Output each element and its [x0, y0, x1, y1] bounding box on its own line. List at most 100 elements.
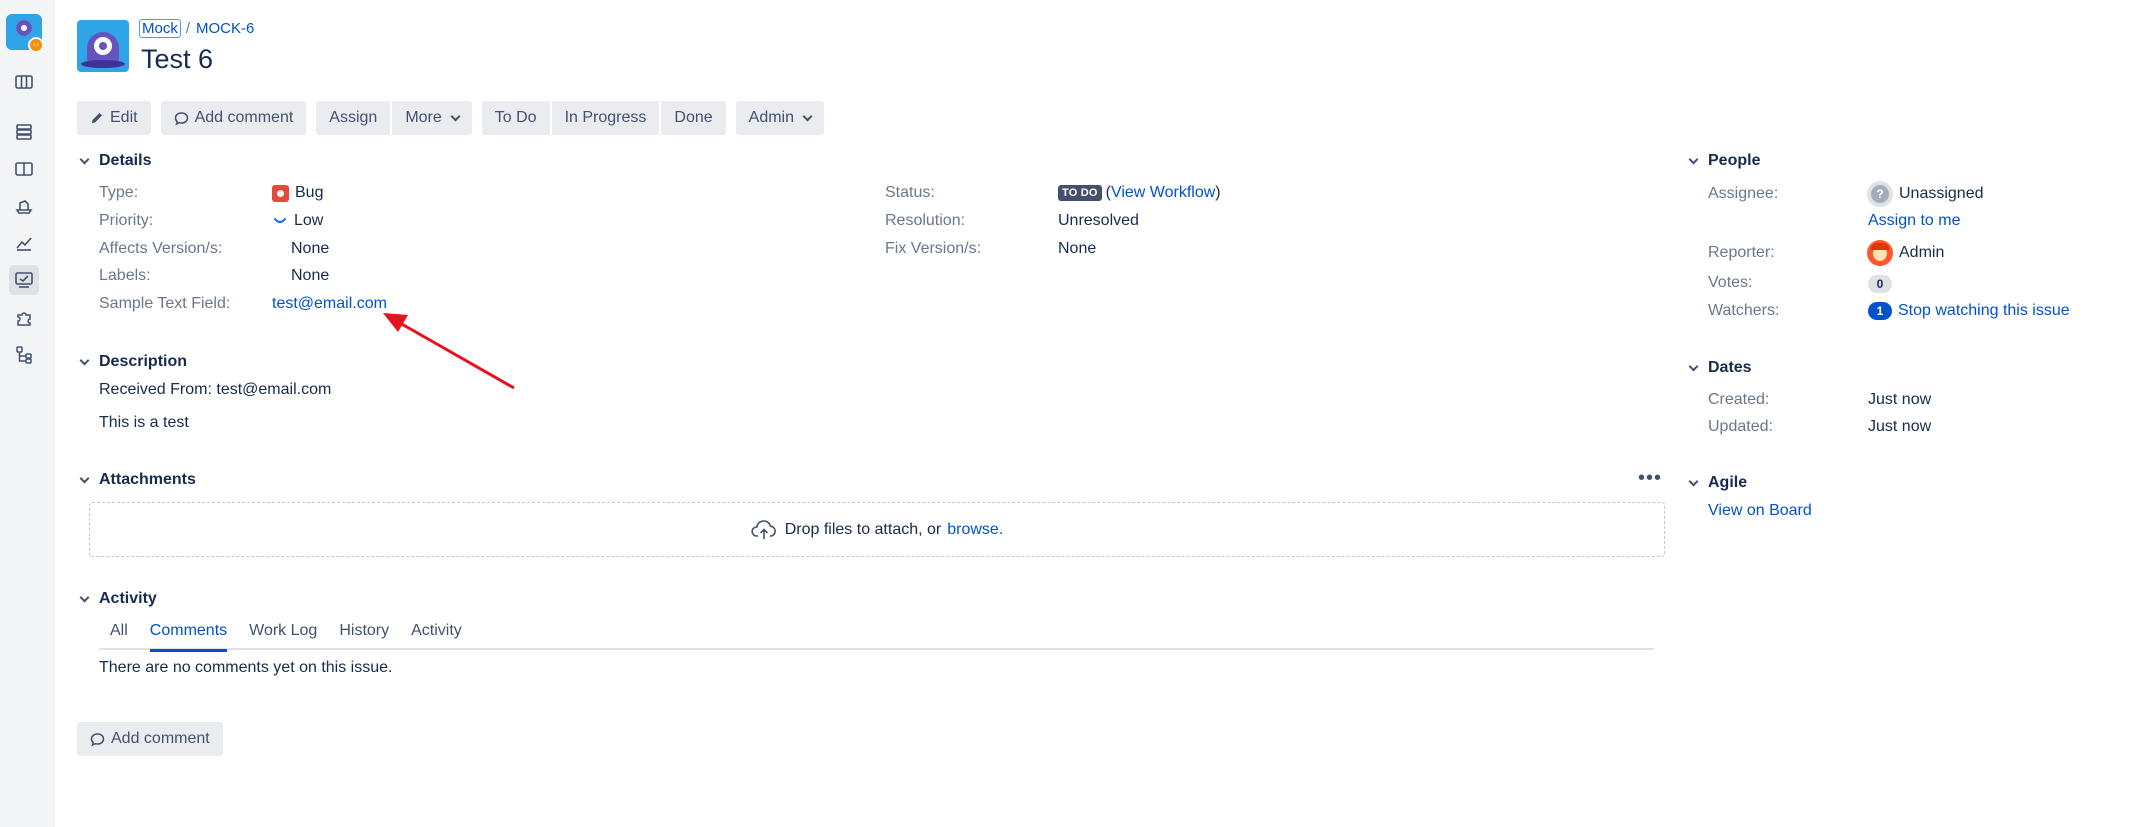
- activity-tabs: All Comments Work Log History Activity: [99, 622, 1654, 652]
- resolution-value: Unresolved: [1058, 212, 1139, 229]
- unassigned-avatar-glyph: ?: [1871, 185, 1889, 203]
- issue-title[interactable]: Test 6: [141, 44, 213, 75]
- resolution-label: Resolution:: [885, 212, 966, 229]
- tab-work-log[interactable]: Work Log: [249, 622, 317, 650]
- attachments-options-icon[interactable]: •••: [1638, 468, 1662, 488]
- view-workflow-link[interactable]: View Workflow: [1111, 184, 1215, 202]
- board-icon[interactable]: [9, 67, 39, 97]
- updated-label: Updated:: [1708, 418, 1773, 435]
- assignee-value-text: Unassigned: [1899, 185, 1984, 202]
- add-ons-icon[interactable]: [9, 303, 39, 333]
- activity-module-toggle[interactable]: Activity: [77, 590, 157, 608]
- chevron-down-icon: [77, 355, 91, 369]
- pencil-icon: [92, 113, 102, 123]
- updated-value: Just now: [1868, 418, 1932, 435]
- more-button-label: More: [405, 109, 442, 126]
- browse-link[interactable]: browse.: [947, 521, 1003, 539]
- priority-low-icon: [274, 218, 286, 223]
- status-value: TO DO (View Workflow): [1058, 184, 1221, 202]
- status-label: Status:: [885, 184, 935, 201]
- view-on-board-link[interactable]: View on Board: [1708, 502, 1812, 520]
- assign-to-me-link[interactable]: Assign to me: [1868, 212, 1960, 230]
- attachments-module-toggle[interactable]: Attachments: [77, 471, 196, 489]
- more-dropdown-button[interactable]: More: [392, 101, 472, 135]
- tab-all[interactable]: All: [110, 622, 128, 650]
- watchers-label: Watchers:: [1708, 302, 1780, 319]
- backlog-icon[interactable]: [9, 117, 39, 147]
- dev-badge-icon: ‹›: [28, 37, 44, 53]
- chevron-down-icon: [1686, 154, 1700, 168]
- votes-value[interactable]: 0: [1868, 275, 1892, 293]
- cloud-upload-icon: [751, 519, 776, 539]
- type-value[interactable]: Bug: [272, 184, 323, 202]
- assignee-value[interactable]: ? Unassigned: [1867, 181, 1984, 207]
- reporter-value[interactable]: Admin: [1867, 240, 1944, 266]
- edit-button-label: Edit: [110, 109, 138, 126]
- details-heading: Details: [99, 152, 152, 169]
- add-comment-bottom-button[interactable]: Add comment: [77, 722, 223, 756]
- assignee-label: Assignee:: [1708, 185, 1779, 202]
- description-module-toggle[interactable]: Description: [77, 353, 187, 371]
- created-label: Created:: [1708, 391, 1770, 408]
- project-sidebar: ‹›: [0, 0, 55, 827]
- fix-versions-label: Fix Version/s:: [885, 240, 982, 257]
- project-avatar[interactable]: [77, 20, 129, 72]
- assign-button[interactable]: Assign: [316, 101, 391, 135]
- chevron-down-icon: [450, 111, 461, 121]
- breadcrumb-separator: /: [185, 20, 191, 37]
- tab-activity[interactable]: Activity: [411, 622, 462, 650]
- tab-history[interactable]: History: [339, 622, 389, 650]
- done-transition-button[interactable]: Done: [661, 101, 726, 135]
- comment-icon: [174, 111, 188, 125]
- chevron-down-icon: [77, 592, 91, 606]
- dates-module-toggle[interactable]: Dates: [1686, 359, 1752, 377]
- in-progress-transition-button[interactable]: In Progress: [551, 101, 660, 135]
- created-value: Just now: [1868, 391, 1932, 408]
- votes-count-badge: 0: [1868, 275, 1892, 293]
- no-comments-message: There are no comments yet on this issue.: [99, 659, 393, 676]
- status-lozenge: TO DO: [1058, 185, 1102, 201]
- admin-avatar: [1867, 240, 1893, 266]
- chevron-down-icon: [1686, 361, 1700, 375]
- priority-value[interactable]: Low: [272, 212, 323, 230]
- attachment-dropzone[interactable]: Drop files to attach, or browse.: [89, 502, 1665, 557]
- unassigned-avatar-icon: ?: [1867, 181, 1893, 207]
- details-module-toggle[interactable]: Details: [77, 152, 151, 170]
- priority-label: Priority:: [99, 212, 154, 229]
- breadcrumb-issue-key-link[interactable]: MOCK-6: [196, 20, 254, 37]
- description-text-line-2[interactable]: This is a test: [99, 414, 189, 432]
- activity-heading: Activity: [99, 590, 157, 607]
- components-icon[interactable]: [9, 340, 39, 370]
- agile-module-toggle[interactable]: Agile: [1686, 474, 1747, 492]
- admin-dropdown-button[interactable]: Admin: [735, 101, 824, 135]
- issues-icon[interactable]: [9, 265, 39, 295]
- edit-button[interactable]: Edit: [77, 101, 151, 135]
- issue-toolbar: Edit Add comment Assign More To Do In Pr…: [77, 101, 834, 135]
- type-label: Type:: [99, 184, 139, 201]
- add-comment-button[interactable]: Add comment: [160, 101, 307, 135]
- breadcrumb-project-link[interactable]: Mock: [139, 19, 181, 38]
- agile-heading: Agile: [1708, 474, 1748, 491]
- columns-icon[interactable]: [9, 154, 39, 184]
- fix-versions-value[interactable]: None: [1058, 240, 1096, 258]
- attachments-heading: Attachments: [99, 471, 196, 488]
- watchers-count-badge: 1: [1868, 302, 1892, 320]
- description-text-line-1[interactable]: Received From: test@email.com: [99, 381, 331, 399]
- stop-watching-link[interactable]: Stop watching this issue: [1898, 302, 2070, 320]
- watchers-value[interactable]: 1 Stop watching this issue: [1868, 302, 2070, 320]
- labels-label: Labels:: [99, 267, 151, 284]
- dropzone-text: Drop files to attach, or: [784, 520, 942, 538]
- releases-icon[interactable]: [9, 191, 39, 221]
- add-comment-button-label: Add comment: [194, 109, 294, 126]
- people-module-toggle[interactable]: People: [1686, 152, 1760, 170]
- reporter-label: Reporter:: [1708, 244, 1775, 261]
- labels-value[interactable]: None: [291, 267, 329, 285]
- reporter-value-text: Admin: [1899, 244, 1945, 261]
- affects-versions-value[interactable]: None: [291, 240, 329, 258]
- tab-comments[interactable]: Comments: [149, 622, 228, 652]
- affects-versions-label: Affects Version/s:: [99, 240, 223, 257]
- to-do-transition-button[interactable]: To Do: [481, 101, 550, 135]
- comment-icon: [90, 732, 105, 746]
- description-heading: Description: [99, 353, 188, 370]
- reports-icon[interactable]: [9, 228, 39, 258]
